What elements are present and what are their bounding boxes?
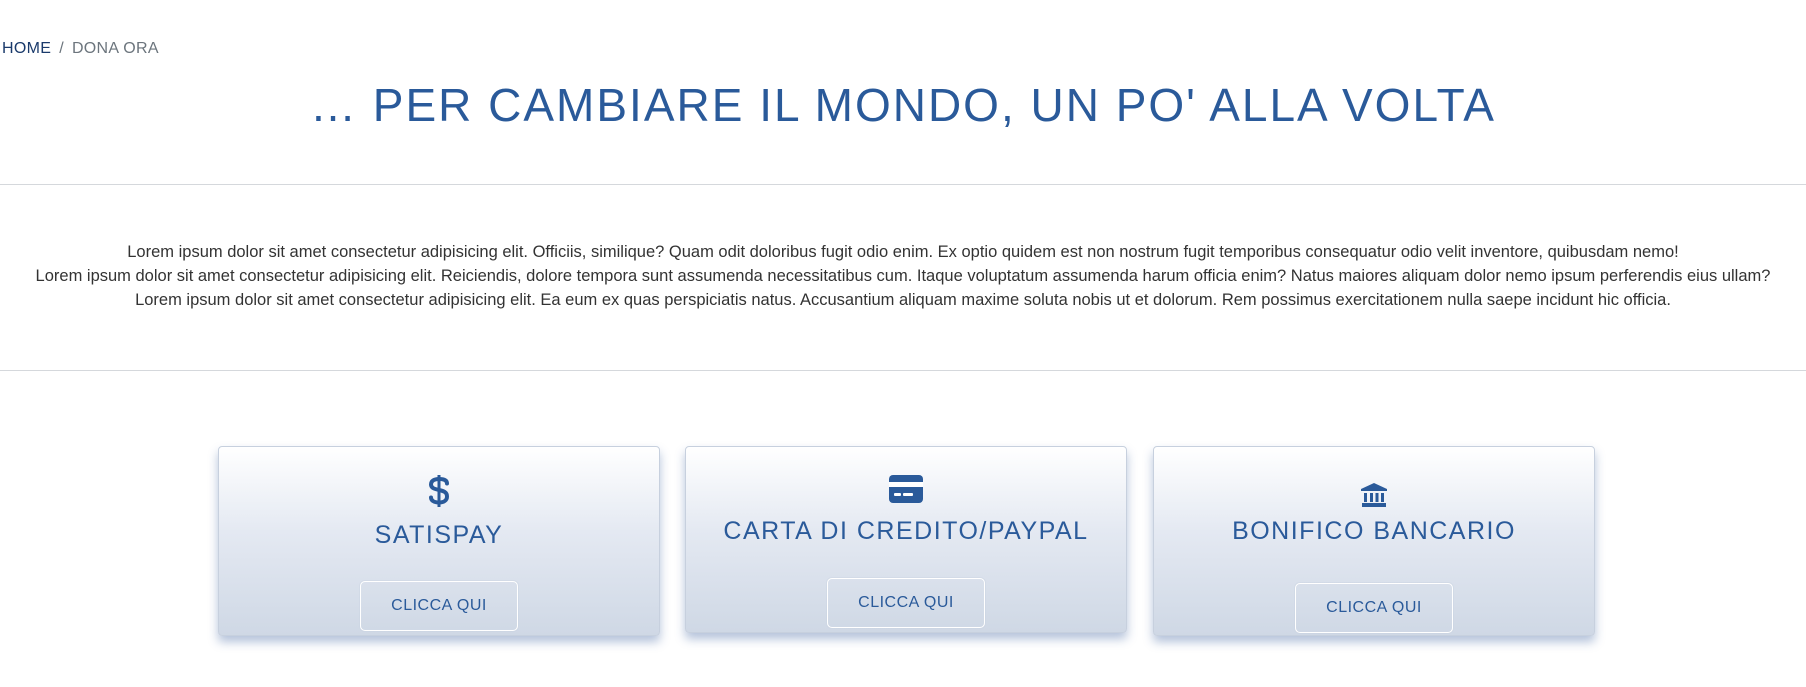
payment-card-satispay[interactable]: SATISPAY CLICCA QUI xyxy=(218,446,660,636)
payment-card-credit-card[interactable]: CARTA DI CREDITO/PAYPAL CLICCA QUI xyxy=(685,446,1127,633)
bank-transfer-cta-button[interactable]: CLICCA QUI xyxy=(1295,583,1453,633)
breadcrumb-separator: / xyxy=(59,40,64,57)
breadcrumb-current: DONA ORA xyxy=(71,40,159,57)
credit-card-cta-button[interactable]: CLICCA QUI xyxy=(827,578,985,628)
breadcrumb: HOME / DONA ORA xyxy=(2,40,159,58)
dollar-icon xyxy=(219,475,659,507)
bank-icon xyxy=(1154,483,1594,507)
page-title: … PER CAMBIARE IL MONDO, UN PO' ALLA VOL… xyxy=(310,79,1496,131)
intro-text: Lorem ipsum dolor sit amet consectetur a… xyxy=(30,240,1776,312)
divider-top xyxy=(0,184,1806,185)
payment-card-title: CARTA DI CREDITO/PAYPAL xyxy=(723,517,1089,545)
payment-card-title: SATISPAY xyxy=(374,521,504,549)
credit-card-icon xyxy=(686,475,1126,503)
payment-card-bank-transfer[interactable]: BONIFICO BANCARIO CLICCA QUI xyxy=(1153,446,1595,636)
satispay-cta-button[interactable]: CLICCA QUI xyxy=(360,581,518,631)
intro-paragraph: Lorem ipsum dolor sit amet consectetur a… xyxy=(35,267,1771,285)
intro-paragraph: Lorem ipsum dolor sit amet consectetur a… xyxy=(135,291,1671,309)
payment-card-title: BONIFICO BANCARIO xyxy=(1232,517,1516,545)
divider-bottom xyxy=(0,370,1806,371)
intro-paragraph: Lorem ipsum dolor sit amet consectetur a… xyxy=(127,243,1679,261)
breadcrumb-home-link[interactable]: HOME xyxy=(2,40,51,57)
